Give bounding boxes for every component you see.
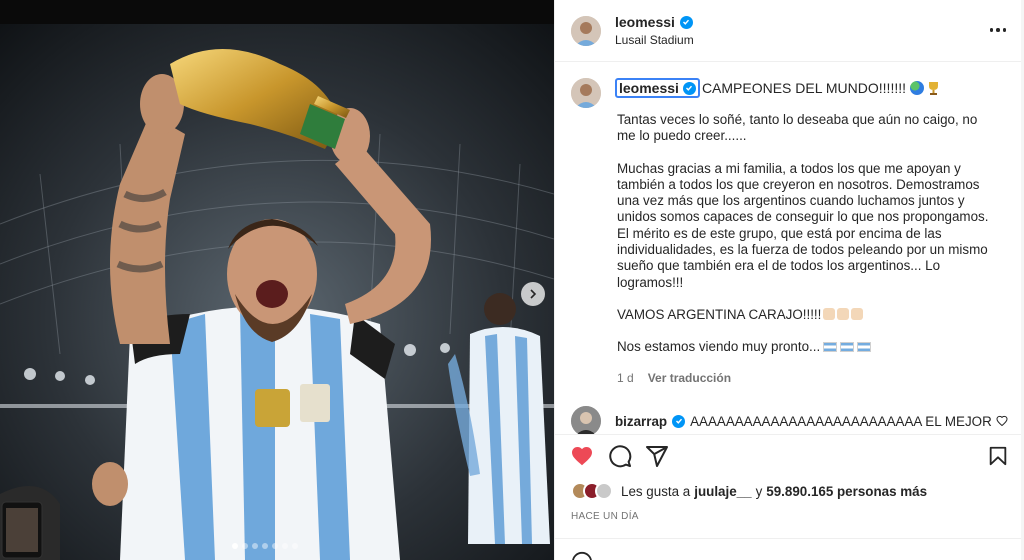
author-username[interactable]: leomessi [615, 14, 675, 30]
caption-avatar[interactable] [571, 78, 601, 108]
clapping-hands-emoji-icon [851, 307, 864, 320]
verified-icon [682, 81, 696, 95]
carousel-indicator [232, 543, 298, 549]
liker-avatar [595, 482, 613, 500]
caption-paragraph: Tantas veces lo soñé, tanto lo deseaba q… [617, 112, 978, 144]
like-heart-icon [572, 447, 592, 466]
save-icon [989, 446, 1007, 466]
author-avatar[interactable] [571, 16, 601, 46]
argentina-flag-icon [840, 342, 855, 353]
caption-username-link[interactable]: leomessi [615, 78, 700, 98]
argentina-flag-icon [823, 342, 838, 353]
carousel-dot [232, 543, 238, 549]
carousel-dot [242, 543, 248, 549]
next-arrow-icon [530, 289, 537, 299]
post-sidebar: leomessi Lusail Stadium leomessi CAMPEON… [554, 0, 1024, 560]
post-photo [0, 24, 554, 560]
caption-paragraph-row: Nos estamos viendo muy pronto... [617, 339, 999, 355]
carousel-dot [252, 543, 258, 549]
likes-prefix: Les gusta a [621, 483, 691, 499]
emoji-icon[interactable] [571, 551, 593, 560]
caption-paragraph: VAMOS ARGENTINA CARAJO!!!!! [617, 306, 822, 322]
verified-icon [672, 414, 686, 428]
share-icon [646, 446, 668, 467]
carousel-dot [272, 543, 278, 549]
clapping-hands-emoji-icon [837, 307, 850, 320]
save-button[interactable] [985, 443, 1011, 469]
translate-link[interactable]: Ver traducción [648, 371, 731, 385]
share-button[interactable] [644, 443, 670, 469]
comment-like-icon[interactable] [996, 415, 1008, 427]
more-icon [989, 28, 994, 32]
comment-button[interactable] [607, 443, 633, 469]
post-location[interactable]: Lusail Stadium [615, 33, 694, 47]
comment-icon [609, 445, 632, 468]
trophy-emoji-icon [929, 81, 939, 95]
add-comment-bar[interactable] [555, 538, 1021, 560]
carousel-dot [282, 543, 288, 549]
caption-time[interactable]: 1 d [617, 371, 634, 385]
likes-joiner: y [755, 483, 763, 499]
comment-item: bizarrap AAAAAAAAAAAAAAAAAAAAAAAAAA EL M… [571, 406, 1021, 434]
caption-paragraph: Muchas gracias a mi familia, a todos los… [617, 160, 989, 290]
media-top-bar [0, 0, 554, 24]
comment-text: AAAAAAAAAAAAAAAAAAAAAAAAAA EL MEJOR [690, 413, 992, 429]
caption-headline: CAMPEONES DEL MUNDO!!!!!!! [701, 80, 907, 96]
argentina-flag-icon [857, 342, 872, 353]
next-arrow-button[interactable] [521, 282, 545, 306]
carousel-dot [292, 543, 298, 549]
comment-username[interactable]: bizarrap [615, 414, 667, 429]
caption-paragraph: Nos estamos viendo muy pronto... [617, 339, 821, 355]
post-timestamp[interactable]: HACE UN DÍA [571, 511, 639, 522]
post-media[interactable] [0, 0, 554, 560]
caption-body: Tantas veces lo soñé, tanto lo deseaba q… [617, 112, 999, 372]
action-bar [555, 434, 1021, 476]
liker-username[interactable]: juulaje__ [694, 484, 751, 499]
clapping-hands-emoji-icon [823, 307, 836, 320]
liker-avatars[interactable] [571, 482, 613, 500]
caption-meta: 1 d Ver traducción [617, 371, 731, 385]
carousel-dot [262, 543, 268, 549]
more-options-button[interactable] [987, 20, 1009, 40]
caption-paragraph-row: VAMOS ARGENTINA CARAJO!!!!! [617, 307, 999, 323]
like-button[interactable] [569, 443, 595, 469]
verified-icon [679, 15, 693, 29]
globe-emoji-icon [910, 81, 925, 95]
caption-scroll-area[interactable]: leomessi CAMPEONES DEL MUNDO!!!!!!! Tant… [555, 62, 1021, 434]
likes-summary: Les gusta a juulaje__ y 59.890.165 perso… [571, 482, 927, 500]
comment-avatar[interactable] [571, 406, 601, 434]
post-header: leomessi Lusail Stadium [555, 0, 1021, 62]
caption-username: leomessi [619, 80, 679, 96]
likes-count[interactable]: 59.890.165 personas más [766, 484, 927, 499]
